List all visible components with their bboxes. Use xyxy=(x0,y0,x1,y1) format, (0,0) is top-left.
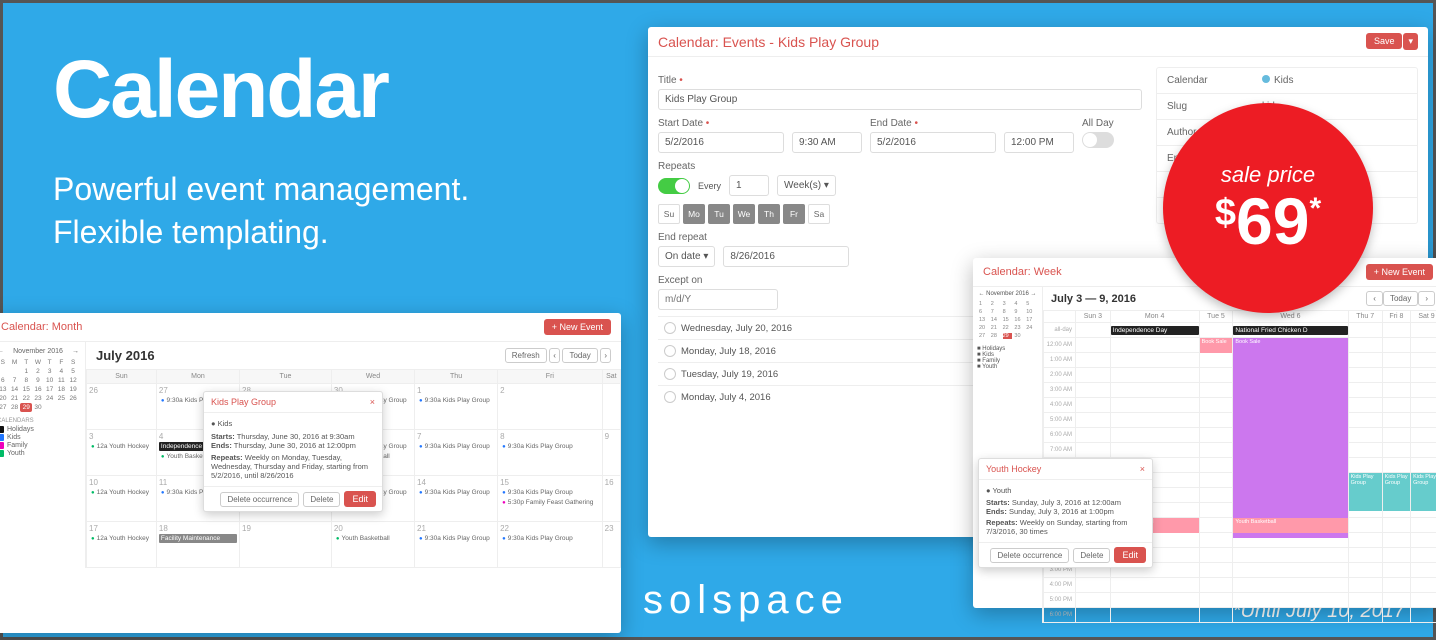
price-amount: $69* xyxy=(1215,188,1321,254)
new-event-button-week[interactable]: + New Event xyxy=(1366,264,1433,280)
title-label: Title xyxy=(658,75,1142,86)
end-mode-select[interactable]: On date ▾ xyxy=(658,246,715,267)
unit-select[interactable]: Week(s) ▾ xyxy=(777,175,836,196)
save-dropdown-icon[interactable]: ▾ xyxy=(1403,33,1418,50)
events-title: Calendar: Events - Kids Play Group xyxy=(658,34,879,50)
hero-title: Calendar xyxy=(53,43,388,137)
repeats-toggle[interactable] xyxy=(658,178,690,194)
close-icon[interactable]: × xyxy=(370,397,375,407)
start-time-input[interactable] xyxy=(792,132,862,153)
delete-button[interactable]: Delete xyxy=(303,492,340,507)
brand-logo: solspace xyxy=(643,578,849,623)
today-button[interactable]: Today xyxy=(562,348,597,363)
week-title: Calendar: Week xyxy=(983,266,1062,278)
title-input[interactable] xyxy=(658,89,1142,110)
hero-line2: Flexible templating. xyxy=(53,214,329,250)
day-picker[interactable]: SuMoTuWeThFrSa xyxy=(658,204,1142,224)
close-icon[interactable]: × xyxy=(1140,464,1145,474)
allday-toggle[interactable] xyxy=(1082,132,1114,148)
end-time-input[interactable] xyxy=(1004,132,1074,153)
delete-occurrence-button[interactable]: Delete occurrence xyxy=(220,492,299,507)
event-popup-kids: Kids Play Group× ● Kids Starts: Thursday… xyxy=(203,391,383,512)
interval-input[interactable] xyxy=(729,175,769,196)
week-mini-calendar[interactable]: ← November 2016 → 1234567891013141516172… xyxy=(973,287,1043,623)
month-heading: July 2016 xyxy=(96,348,155,363)
edit-button[interactable]: Edit xyxy=(344,491,376,507)
month-title: Calendar: Month xyxy=(1,321,82,333)
today-button-week[interactable]: Today xyxy=(1383,291,1418,306)
except-input[interactable] xyxy=(658,289,778,310)
week-heading: July 3 — 9, 2016 xyxy=(1051,293,1136,305)
hero-line1: Powerful event management. xyxy=(53,171,469,207)
month-mini-calendar[interactable]: ←November 2016→ SMTWTFS 12345 6789101112… xyxy=(0,342,86,568)
price-badge: sale price $69* xyxy=(1163,103,1373,313)
hero-subtitle: Powerful event management. Flexible temp… xyxy=(53,168,469,254)
new-event-button[interactable]: + New Event xyxy=(544,319,611,335)
end-on-input[interactable] xyxy=(723,246,849,267)
end-date-input[interactable] xyxy=(870,132,996,153)
start-date-input[interactable] xyxy=(658,132,784,153)
refresh-button[interactable]: Refresh xyxy=(505,348,547,363)
event-popup-youth: Youth Hockey× ● Youth Starts: Sunday, Ju… xyxy=(978,458,1153,568)
save-button[interactable]: Save xyxy=(1366,33,1403,49)
